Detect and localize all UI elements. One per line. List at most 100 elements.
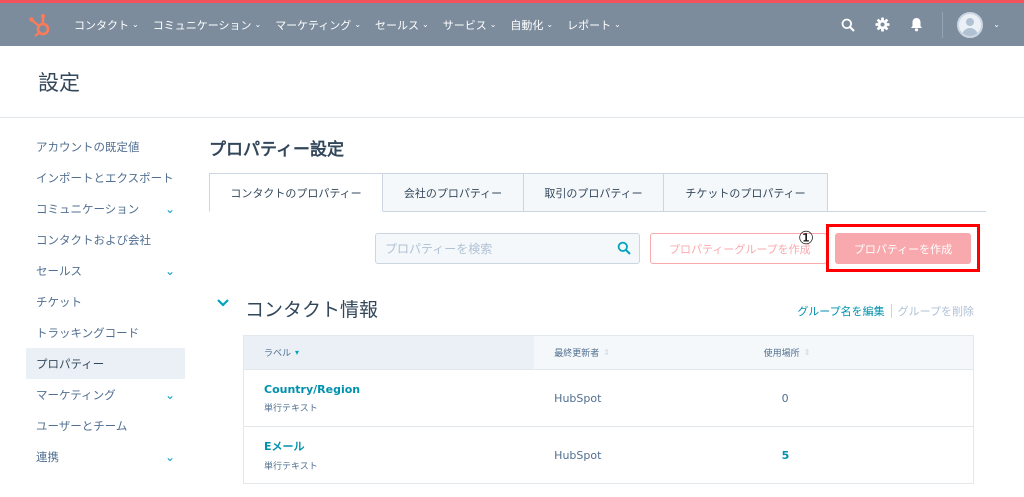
- top-right-tools: ⌄: [824, 3, 1000, 46]
- nav-marketing[interactable]: マーケティング ⌄: [275, 17, 361, 33]
- property-type: 単行テキスト: [264, 462, 318, 472]
- sidebar-item-label: ユーザーとチーム: [36, 418, 128, 433]
- delete-group-link[interactable]: グループを削除: [898, 303, 974, 319]
- chevron-down-icon: ⌄: [489, 20, 497, 29]
- top-navigation-bar: コンタクト ⌄ コミュニケーション ⌄ マーケティング ⌄ セールス ⌄ サービス ⌄ 自…: [0, 0, 1024, 46]
- sidebar-item-label: コミュニケーション: [36, 201, 140, 216]
- annotation-marker: ①: [798, 228, 815, 249]
- nav-sales[interactable]: セールス ⌄: [375, 17, 429, 33]
- sidebar-item-label: トラッキングコード: [36, 325, 140, 340]
- tab-label: チケットのプロパティー: [685, 186, 806, 200]
- chevron-down-icon[interactable]: ⌄: [165, 450, 175, 464]
- column-header-label[interactable]: ラベル ▾: [244, 336, 535, 369]
- table-row: Eメール 単行テキスト HubSpot 5: [243, 427, 974, 484]
- label-cell: Eメール 単行テキスト: [244, 427, 534, 483]
- bell-icon[interactable]: [906, 15, 926, 35]
- sidebar-item-account-defaults[interactable]: アカウントの既定値: [26, 131, 185, 162]
- chevron-down-icon[interactable]: [216, 296, 230, 310]
- column-header-used-in[interactable]: 使用場所 ⇕: [744, 336, 973, 369]
- nav-conversations[interactable]: コミュニケーション ⌄: [153, 17, 261, 33]
- chevron-down-icon: ⌄: [254, 20, 262, 29]
- header-text: 最終更新者: [554, 349, 600, 359]
- search-icon[interactable]: [838, 15, 858, 35]
- tab-ticket-properties[interactable]: チケットのプロパティー: [664, 173, 828, 212]
- sidebar-item-label: コンタクトおよび会社: [36, 232, 151, 247]
- property-name-link[interactable]: Country/Region: [264, 383, 534, 396]
- properties-table: ラベル ▾ 最終更新者 ⇕ 使用場所 ⇕ Country/Region 単行テキスト …: [243, 335, 974, 484]
- updater-cell: HubSpot: [534, 427, 743, 483]
- chevron-down-icon: ⌄: [422, 20, 429, 29]
- table-row: Country/Region 単行テキスト HubSpot 0: [243, 370, 974, 427]
- nav-service[interactable]: サービス ⌄: [443, 17, 497, 33]
- sidebar-item-users-teams[interactable]: ユーザーとチーム: [26, 410, 185, 441]
- settings-sidebar: アカウントの既定値 インポートとエクスポート コミュニケーション ⌄ コンタクトお…: [26, 131, 185, 472]
- column-header-updated-by[interactable]: 最終更新者 ⇕: [534, 336, 743, 369]
- header-text: 使用場所: [763, 349, 800, 359]
- divider: [942, 11, 944, 38]
- search-input[interactable]: [376, 234, 596, 263]
- property-type: 単行テキスト: [264, 403, 318, 414]
- sidebar-item-tracking-code[interactable]: トラッキングコード: [26, 317, 185, 348]
- gear-icon[interactable]: [872, 15, 892, 35]
- usage-cell: 0: [744, 370, 973, 426]
- tab-deal-properties[interactable]: 取引のプロパティー: [524, 173, 664, 212]
- nav-label: マーケティング: [275, 18, 352, 32]
- header-text: ラベル: [264, 349, 292, 359]
- chevron-down-icon[interactable]: ⌄: [165, 264, 175, 278]
- chevron-down-icon[interactable]: ⌄: [993, 20, 1000, 29]
- search-icon[interactable]: [617, 241, 631, 255]
- nav-label: 自動化: [510, 18, 544, 32]
- tab-label: 取引のプロパティー: [544, 186, 643, 200]
- updater-cell: HubSpot: [534, 370, 743, 426]
- sidebar-item-label: マーケティング: [36, 387, 116, 402]
- sidebar-item-properties[interactable]: プロパティー: [26, 348, 185, 379]
- sidebar-item-conversations[interactable]: コミュニケーション ⌄: [26, 193, 185, 224]
- sidebar-item-import-export[interactable]: インポートとエクスポート: [26, 162, 185, 193]
- property-search: [375, 233, 640, 264]
- property-tabs: コンタクトのプロパティー 会社のプロパティー 取引のプロパティー チケットのプロ…: [209, 173, 828, 212]
- group-title: コンタクト情報: [245, 299, 379, 321]
- chevron-down-icon: ⌄: [132, 20, 139, 29]
- sidebar-item-label: チケット: [36, 294, 82, 309]
- sort-icon: ⇕: [803, 348, 811, 357]
- edit-group-name-link[interactable]: グループ名を編集: [797, 303, 884, 319]
- button-label: プロパティーグループを作成: [669, 242, 811, 256]
- nav-reports[interactable]: レポート ⌄: [567, 17, 621, 33]
- tab-label: 会社のプロパティー: [403, 186, 503, 200]
- label-cell: Country/Region 単行テキスト: [244, 370, 534, 426]
- sprocket-logo-icon[interactable]: [28, 12, 52, 38]
- divider: [890, 304, 892, 318]
- sort-icon: ▾: [295, 348, 300, 357]
- nav-contacts[interactable]: コンタクト ⌄: [74, 17, 139, 33]
- group-actions: グループ名を編集 グループを削除: [797, 303, 974, 319]
- tab-label: コンタクトのプロパティー: [230, 186, 362, 200]
- sidebar-item-contacts-companies[interactable]: コンタクトおよび会社: [26, 224, 185, 255]
- updater-text: HubSpot: [554, 391, 602, 405]
- nav-label: レポート: [567, 18, 612, 32]
- sidebar-item-marketing[interactable]: マーケティング ⌄: [26, 379, 185, 410]
- tabs-divider: [828, 211, 986, 212]
- sidebar-item-sales[interactable]: セールス ⌄: [26, 255, 185, 286]
- nav-automation[interactable]: 自動化 ⌄: [510, 17, 553, 33]
- tab-company-properties[interactable]: 会社のプロパティー: [383, 173, 524, 212]
- sidebar-item-label: 連携: [36, 449, 59, 464]
- sidebar-item-tickets[interactable]: チケット: [26, 286, 185, 317]
- chevron-down-icon: ⌄: [614, 20, 621, 29]
- sort-icon: ⇕: [603, 348, 610, 357]
- usage-cell: 5: [744, 427, 973, 483]
- avatar[interactable]: [957, 11, 984, 38]
- chevron-down-icon: ⌄: [354, 20, 362, 29]
- create-property-button[interactable]: プロパティーを作成: [835, 233, 971, 264]
- table-header: ラベル ▾ 最終更新者 ⇕ 使用場所 ⇕: [243, 335, 974, 370]
- sidebar-item-integrations[interactable]: 連携 ⌄: [26, 441, 185, 472]
- main-nav: コンタクト ⌄ コミュニケーション ⌄ マーケティング ⌄ セールス ⌄ サービス ⌄ 自…: [74, 3, 635, 46]
- nav-label: コミュニケーション: [152, 18, 252, 32]
- tab-contact-properties[interactable]: コンタクトのプロパティー: [209, 173, 383, 212]
- updater-text: HubSpot: [554, 448, 602, 462]
- property-name-link[interactable]: Eメール: [264, 438, 534, 454]
- chevron-down-icon[interactable]: ⌄: [165, 388, 175, 402]
- page-title: 設定: [38, 71, 80, 95]
- chevron-down-icon[interactable]: ⌄: [165, 202, 175, 216]
- usage-count-link[interactable]: 5: [782, 449, 973, 462]
- nav-label: セールス: [375, 18, 420, 32]
